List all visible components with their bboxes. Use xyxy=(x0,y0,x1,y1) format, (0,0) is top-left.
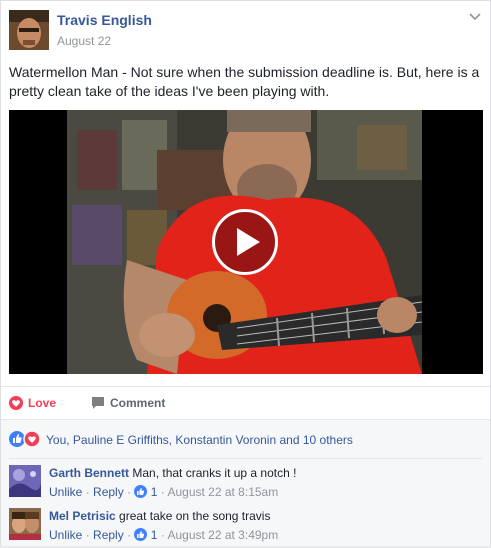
comments-section: You, Pauline E Griffiths, Konstantin Vor… xyxy=(1,419,490,546)
reactions-text[interactable]: You, Pauline E Griffiths, Konstantin Vor… xyxy=(46,433,353,447)
separator: · xyxy=(127,485,132,499)
commenter-avatar[interactable] xyxy=(9,465,41,497)
reply-link[interactable]: Reply xyxy=(93,528,124,542)
comment-time[interactable]: August 22 at 3:49pm xyxy=(167,528,278,542)
play-button[interactable] xyxy=(212,209,278,275)
commenter-name[interactable]: Mel Petrisic xyxy=(49,509,116,523)
like-count[interactable]: 1 xyxy=(151,485,158,499)
comment-time[interactable]: August 22 at 8:15am xyxy=(167,485,278,499)
unlike-link[interactable]: Unlike xyxy=(49,485,82,499)
reaction-icons xyxy=(9,430,41,448)
unlike-link[interactable]: Unlike xyxy=(49,528,82,542)
author-name[interactable]: Travis English xyxy=(57,12,152,28)
comment-item: Mel Petrisic great take on the song trav… xyxy=(9,508,482,548)
separator: · xyxy=(85,485,90,499)
comment-bubble-icon xyxy=(92,397,104,409)
commenter-avatar[interactable] xyxy=(9,508,41,540)
like-icon xyxy=(134,485,148,498)
separator: · xyxy=(160,528,165,542)
separator: · xyxy=(160,485,165,499)
author-avatar[interactable] xyxy=(9,10,49,50)
like-icon xyxy=(134,528,148,541)
comment-item: Garth Bennett Man, that cranks it up a n… xyxy=(9,465,482,505)
video-player[interactable] xyxy=(9,110,483,374)
chevron-down-icon[interactable] xyxy=(468,10,482,24)
post-card: Travis English August 22 Watermellon Man… xyxy=(0,0,491,546)
separator: · xyxy=(127,528,132,542)
like-count[interactable]: 1 xyxy=(151,528,158,542)
divider xyxy=(9,458,482,459)
play-icon xyxy=(237,228,260,256)
post-text: Watermellon Man - Not sure when the subm… xyxy=(9,64,480,99)
action-bar: Love Comment xyxy=(1,386,490,418)
comment-label: Comment xyxy=(110,396,166,410)
post-date[interactable]: August 22 xyxy=(57,34,111,48)
comment-text: Man, that cranks it up a notch ! xyxy=(132,466,297,480)
comment-text: great take on the song travis xyxy=(119,509,271,523)
love-label: Love xyxy=(28,396,57,410)
reply-link[interactable]: Reply xyxy=(93,485,124,499)
heart-icon xyxy=(9,396,23,410)
separator: · xyxy=(85,528,90,542)
commenter-name[interactable]: Garth Bennett xyxy=(49,466,129,480)
